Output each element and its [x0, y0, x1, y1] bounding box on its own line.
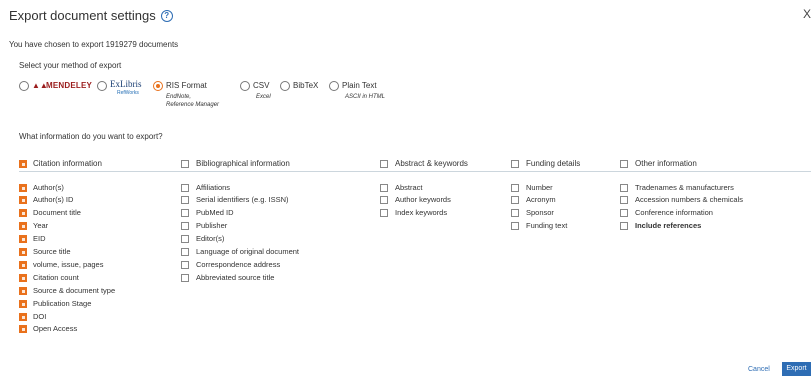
category-label: Other information [635, 159, 697, 168]
checkbox[interactable] [19, 248, 27, 256]
item-label: Index keywords [395, 208, 448, 217]
item-label: Include references [635, 221, 702, 230]
item-label: Conference information [635, 208, 713, 217]
category-label: Funding details [526, 159, 581, 168]
item-label: Publisher [196, 221, 228, 230]
checkbox[interactable] [620, 222, 628, 230]
item-label: Source title [33, 247, 71, 256]
item-label: Author(s) [33, 183, 64, 192]
plaintext-sub: ASCII in HTML [345, 94, 386, 100]
checkbox[interactable] [511, 184, 519, 192]
checkbox[interactable] [19, 184, 27, 192]
checkbox[interactable] [19, 222, 27, 230]
item-label: EID [33, 234, 46, 243]
checkbox[interactable] [19, 261, 27, 269]
item-label: Editor(s) [196, 234, 225, 243]
item-label: Sponsor [526, 208, 554, 217]
checkbox[interactable] [511, 196, 519, 204]
checkbox[interactable] [19, 325, 27, 333]
item-label: Tradenames & manufacturers [635, 183, 734, 192]
checkbox[interactable] [181, 235, 189, 243]
dialog-title: Export document settings [9, 8, 156, 23]
checkbox[interactable] [19, 287, 27, 295]
radio-mendeley[interactable] [19, 81, 29, 91]
close-icon[interactable]: X [803, 7, 811, 21]
export-button[interactable]: Export [782, 362, 811, 376]
checkbox[interactable] [620, 184, 628, 192]
csv-sub: Excel [256, 94, 271, 100]
checkbox[interactable] [620, 209, 628, 217]
checkbox[interactable] [380, 184, 388, 192]
method-label: Select your method of export [19, 61, 122, 70]
item-label: Year [33, 221, 49, 230]
item-label: Correspondence address [196, 260, 281, 269]
radio-plaintext[interactable] [329, 81, 339, 91]
item-label: DOI [33, 312, 47, 321]
ris-sub-refman: Reference Manager [166, 102, 220, 108]
checkbox-bibliographical-information[interactable] [181, 160, 189, 168]
exlibris-logo: ExLibris [110, 79, 142, 89]
item-label: Publication Stage [33, 299, 92, 308]
item-label: Abbreviated source title [196, 273, 275, 282]
checkbox[interactable] [181, 248, 189, 256]
dialog-title-row: Export document settings ? [9, 8, 173, 23]
checkbox[interactable] [19, 235, 27, 243]
item-label: Funding text [526, 221, 568, 230]
radio-bibtex[interactable] [280, 81, 290, 91]
export-count-text: You have chosen to export 1919279 docume… [9, 40, 179, 49]
help-icon[interactable]: ? [160, 9, 173, 22]
item-label: Author keywords [395, 195, 451, 204]
plaintext-label: Plain Text [342, 81, 377, 90]
checkbox[interactable] [181, 222, 189, 230]
info-label: What information do you want to export? [19, 132, 163, 141]
mendeley-label: MENDELEY [46, 81, 93, 90]
csv-label: CSV [253, 81, 270, 90]
cancel-button[interactable]: Cancel [748, 366, 770, 373]
category-label: Bibliographical information [196, 159, 290, 168]
radio-ris[interactable] [153, 81, 163, 91]
ris-label: RIS Format [166, 81, 207, 90]
checkbox[interactable] [511, 209, 519, 217]
divider [19, 171, 811, 172]
checkbox[interactable] [380, 196, 388, 204]
checkbox[interactable] [181, 196, 189, 204]
checkbox[interactable] [181, 184, 189, 192]
radio-csv[interactable] [240, 81, 250, 91]
item-label: Number [526, 183, 553, 192]
item-label: Abstract [395, 183, 423, 192]
category-label: Abstract & keywords [395, 159, 468, 168]
item-label: Accession numbers & chemicals [635, 195, 743, 204]
checkbox-funding-details[interactable] [511, 160, 519, 168]
checkbox[interactable] [19, 300, 27, 308]
checkbox[interactable] [19, 196, 27, 204]
checkbox[interactable] [181, 274, 189, 282]
category-label: Citation information [33, 159, 102, 168]
checkbox[interactable] [181, 209, 189, 217]
item-label: Serial identifiers (e.g. ISSN) [196, 195, 289, 204]
refworks-label: RefWorks [117, 90, 139, 96]
checkbox[interactable] [19, 209, 27, 217]
checkbox[interactable] [19, 274, 27, 282]
checkbox-citation-information[interactable] [19, 160, 27, 168]
item-label: Document title [33, 208, 81, 217]
checkbox-abstract-keywords[interactable] [380, 160, 388, 168]
checkbox[interactable] [380, 209, 388, 217]
item-label: Language of original document [196, 247, 299, 256]
item-label: Open Access [33, 324, 78, 333]
item-label: PubMed ID [196, 208, 234, 217]
ris-sub-endnote: EndNote, [166, 94, 192, 100]
checkbox[interactable] [620, 196, 628, 204]
checkbox[interactable] [511, 222, 519, 230]
checkbox[interactable] [19, 313, 27, 321]
item-label: Source & document type [33, 286, 116, 295]
checkbox-other-information[interactable] [620, 160, 628, 168]
item-label: Citation count [33, 273, 79, 282]
item-label: Author(s) ID [33, 195, 74, 204]
item-label: Affiliations [196, 183, 231, 192]
radio-refworks[interactable] [97, 81, 107, 91]
checkbox[interactable] [181, 261, 189, 269]
item-label: volume, issue, pages [33, 260, 104, 269]
item-label: Acronym [526, 195, 556, 204]
bibtex-label: BibTeX [293, 81, 319, 90]
